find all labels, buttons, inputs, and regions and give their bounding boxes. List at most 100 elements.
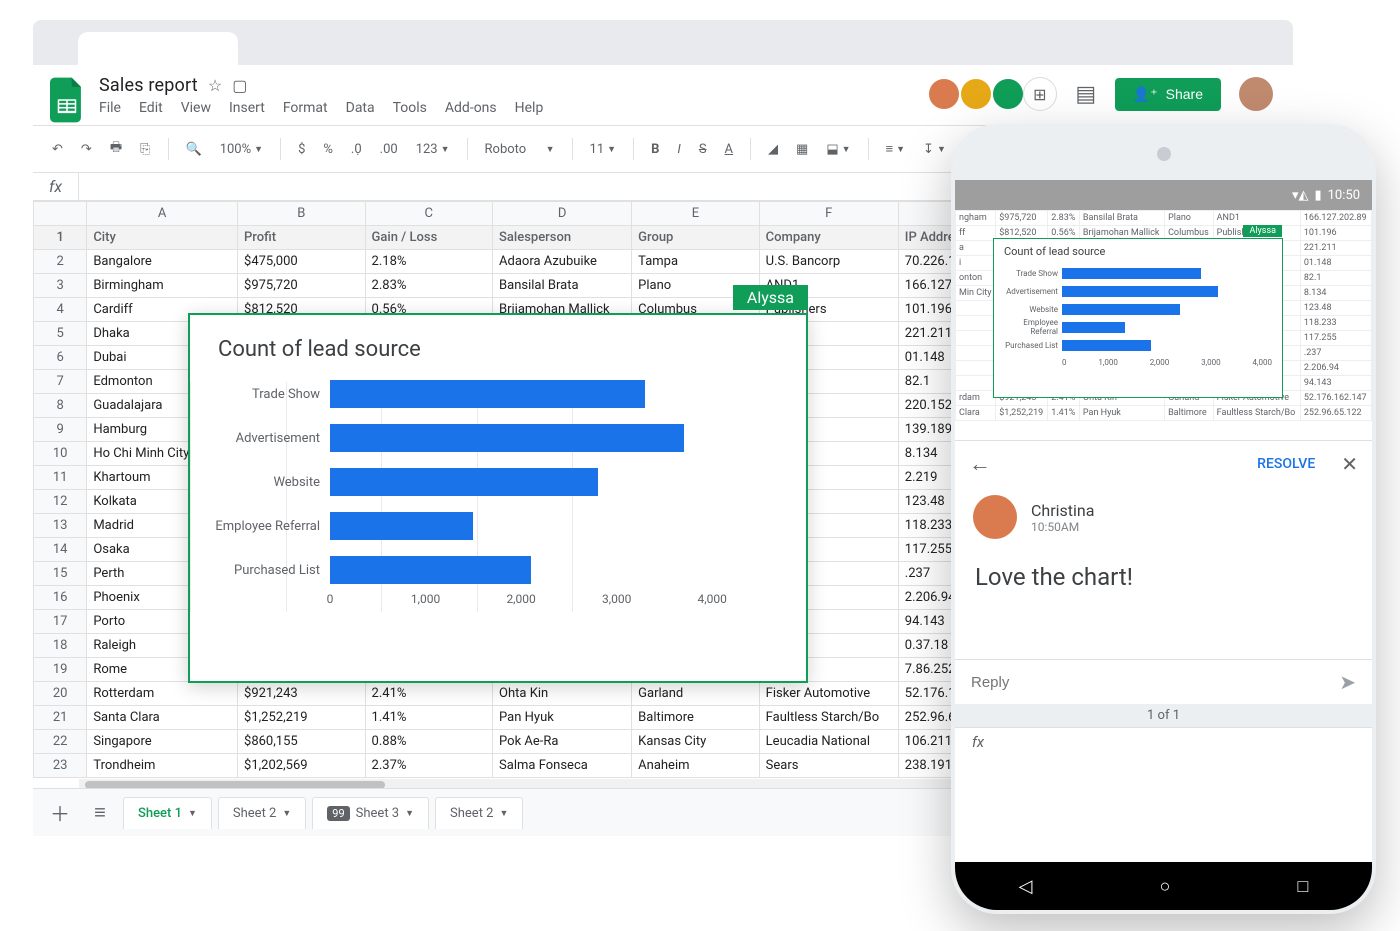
menu-insert[interactable]: Insert <box>229 100 265 116</box>
back-arrow-icon[interactable]: ← <box>969 451 991 477</box>
cell[interactable]: Gain / Loss <box>365 226 493 250</box>
all-sheets-icon[interactable]: ≡ <box>83 796 117 830</box>
row-header[interactable]: 4 <box>34 298 87 322</box>
cell[interactable]: Baltimore <box>632 706 760 730</box>
row-header[interactable]: 20 <box>34 682 87 706</box>
paint-format-icon[interactable]: ⎘ <box>135 138 155 161</box>
cell[interactable]: Anaheim <box>632 754 760 778</box>
cell[interactable]: 0.88% <box>365 730 493 754</box>
strikethrough-icon[interactable]: S <box>694 138 712 161</box>
decrease-decimal-icon[interactable]: .0̣ <box>346 138 367 161</box>
menu-file[interactable]: File <box>99 100 121 116</box>
row-header[interactable]: 2 <box>34 250 87 274</box>
cell[interactable]: Group <box>632 226 760 250</box>
number-format-select[interactable]: 123▼ <box>411 138 455 161</box>
cell[interactable]: Kansas City <box>632 730 760 754</box>
send-icon[interactable]: ➤ <box>1339 670 1356 694</box>
redo-icon[interactable]: ↷ <box>76 138 97 161</box>
cell[interactable]: Pok Ae-Ra <box>493 730 632 754</box>
print-icon[interactable]: 🖶 <box>105 134 127 164</box>
cell[interactable]: $475,000 <box>238 250 366 274</box>
collaborator-avatar-anon[interactable]: ⊞ <box>1023 77 1057 111</box>
col-header[interactable]: D <box>493 202 632 226</box>
cell[interactable]: $975,720 <box>238 274 366 298</box>
cell[interactable]: Salma Fonseca <box>493 754 632 778</box>
sheet-tab[interactable]: Sheet 2▼ <box>435 797 523 829</box>
phone-fx-icon[interactable]: fx <box>955 728 1001 761</box>
phone-spreadsheet-preview[interactable]: ngham$975,7202.83%Bansilal BrataPlanoAND… <box>955 210 1372 440</box>
row-header[interactable]: 13 <box>34 514 87 538</box>
cell[interactable]: Profit <box>238 226 366 250</box>
cell[interactable]: Sears <box>759 754 898 778</box>
cell[interactable]: Faultless Starch/Bo <box>759 706 898 730</box>
cell[interactable]: Salesperson <box>493 226 632 250</box>
row-header[interactable]: 8 <box>34 394 87 418</box>
cell[interactable]: Trondheim <box>87 754 238 778</box>
italic-icon[interactable]: I <box>672 138 685 161</box>
row-header[interactable]: 16 <box>34 586 87 610</box>
menu-addons[interactable]: Add-ons <box>445 100 497 116</box>
row-header[interactable]: 14 <box>34 538 87 562</box>
phone-formula-input[interactable] <box>1001 737 1372 752</box>
row-header[interactable]: 21 <box>34 706 87 730</box>
row-header[interactable]: 12 <box>34 490 87 514</box>
cell[interactable]: 1.41% <box>365 706 493 730</box>
sheet-tab[interactable]: Sheet 1▼ <box>123 797 212 829</box>
text-color-icon[interactable]: A <box>720 138 738 161</box>
folder-icon[interactable]: ▢ <box>232 76 247 95</box>
select-all-cell[interactable] <box>34 202 87 226</box>
cell[interactable]: 2.83% <box>365 274 493 298</box>
collaborator-avatar-2[interactable] <box>959 77 993 111</box>
cell[interactable]: Garland <box>632 682 760 706</box>
cell[interactable]: 2.37% <box>365 754 493 778</box>
sheet-tab[interactable]: Sheet 2▼ <box>218 797 306 829</box>
row-header[interactable]: 9 <box>34 418 87 442</box>
currency-icon[interactable]: $ <box>293 138 310 161</box>
horizontal-align-icon[interactable]: ≡▼ <box>881 137 911 161</box>
cell[interactable]: $860,155 <box>238 730 366 754</box>
row-header[interactable]: 1 <box>34 226 87 250</box>
row-header[interactable]: 5 <box>34 322 87 346</box>
collaborator-avatar-3[interactable] <box>991 77 1025 111</box>
col-header[interactable]: B <box>238 202 366 226</box>
cell[interactable]: Rotterdam <box>87 682 238 706</box>
add-sheet-icon[interactable]: ＋ <box>43 796 77 830</box>
phone-recent-icon[interactable]: □ <box>1298 876 1309 897</box>
row-header[interactable]: 11 <box>34 466 87 490</box>
fill-color-icon[interactable]: ◢ <box>763 138 783 161</box>
row-header[interactable]: 15 <box>34 562 87 586</box>
col-header[interactable]: F <box>759 202 898 226</box>
cell[interactable]: 2.41% <box>365 682 493 706</box>
cell[interactable]: Bansilal Brata <box>493 274 632 298</box>
resolve-button[interactable]: RESOLVE <box>1257 456 1315 472</box>
cell[interactable]: 2.18% <box>365 250 493 274</box>
menu-edit[interactable]: Edit <box>139 100 163 116</box>
fx-icon[interactable]: fx <box>33 173 79 200</box>
cell[interactable]: Ohta Kin <box>493 682 632 706</box>
comment-reply-input[interactable] <box>971 674 1339 691</box>
row-header[interactable]: 7 <box>34 370 87 394</box>
cell[interactable]: $1,252,219 <box>238 706 366 730</box>
close-icon[interactable]: ✕ <box>1341 452 1358 476</box>
cell[interactable]: U.S. Bancorp <box>759 250 898 274</box>
percent-icon[interactable]: % <box>318 138 338 161</box>
account-avatar[interactable] <box>1239 77 1273 111</box>
vertical-align-icon[interactable]: ↧▼ <box>918 138 951 161</box>
phone-back-icon[interactable]: ◁ <box>1019 876 1033 897</box>
increase-decimal-icon[interactable]: .00 <box>375 138 403 161</box>
cell[interactable]: $921,243 <box>238 682 366 706</box>
star-icon[interactable]: ☆ <box>208 76 222 95</box>
cell[interactable]: City <box>87 226 238 250</box>
cell[interactable]: Company <box>759 226 898 250</box>
menu-format[interactable]: Format <box>283 100 328 116</box>
font-family-select[interactable]: Roboto▼ <box>480 138 560 161</box>
row-header[interactable]: 22 <box>34 730 87 754</box>
share-button[interactable]: 👤⁺ Share <box>1115 78 1221 111</box>
row-header[interactable]: 3 <box>34 274 87 298</box>
embedded-chart[interactable]: Alyssa Count of lead source Trade ShowAd… <box>188 313 808 683</box>
menu-data[interactable]: Data <box>346 100 375 116</box>
cell[interactable]: Pan Hyuk <box>493 706 632 730</box>
cell[interactable]: Tampa <box>632 250 760 274</box>
borders-icon[interactable]: ▦ <box>791 138 813 161</box>
col-header[interactable]: C <box>365 202 493 226</box>
